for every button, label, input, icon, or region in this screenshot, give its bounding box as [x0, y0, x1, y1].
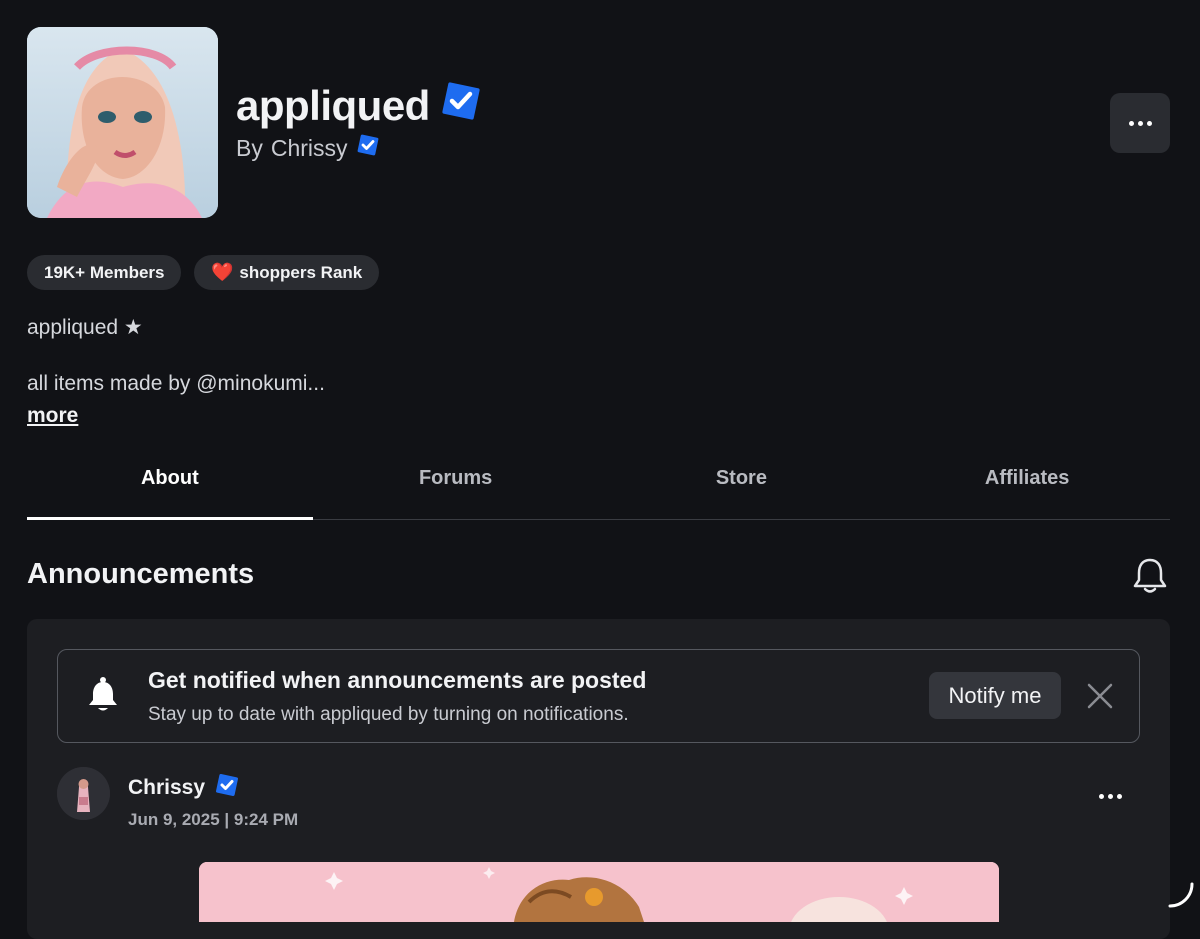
members-label: 19K+ Members [44, 262, 165, 282]
announcements-title: Announcements [27, 558, 255, 590]
verified-badge-icon [214, 772, 240, 804]
more-horizontal-icon [1128, 120, 1152, 126]
post-author: Chrissy [128, 772, 240, 804]
group-more-button[interactable] [1110, 93, 1170, 153]
notify-title: Get notified when announcements are post… [148, 667, 647, 693]
verified-badge-icon [440, 80, 482, 132]
close-icon[interactable] [1086, 682, 1114, 710]
bell-icon[interactable] [1131, 556, 1169, 596]
owner-prefix: By [236, 134, 263, 161]
group-title: appliqued [236, 80, 482, 132]
description-line-1: appliqued ★ [27, 316, 143, 339]
post-timestamp: Jun 9, 2025 | 9:24 PM [128, 810, 299, 829]
active-tab-indicator [27, 517, 313, 520]
post-author-name[interactable]: Chrissy [128, 776, 205, 800]
verified-badge-icon [356, 133, 380, 163]
owner-link[interactable]: Chrissy [271, 135, 348, 162]
tab-bar: About Forums Store Affiliates [27, 456, 1170, 520]
heart-icon: ❤️ [211, 262, 234, 282]
tab-forums[interactable]: Forums [313, 456, 599, 520]
tab-about[interactable]: About [27, 456, 313, 520]
post-author-avatar[interactable] [57, 767, 110, 820]
post-image[interactable] [199, 862, 999, 922]
rank-badge[interactable]: ❤️ shoppers Rank [194, 255, 380, 290]
description-line-2: all items made by @minokumi... [27, 372, 325, 395]
more-horizontal-icon [1098, 793, 1122, 799]
notify-subtitle: Stay up to date with appliqued by turnin… [148, 704, 629, 725]
bell-icon [86, 676, 120, 714]
notify-me-button[interactable]: Notify me [929, 672, 1061, 719]
tab-store[interactable]: Store [599, 456, 885, 520]
group-avatar [27, 27, 218, 218]
post-more-button[interactable] [1093, 786, 1127, 806]
members-badge[interactable]: 19K+ Members [27, 255, 182, 290]
description-more-link[interactable]: more [27, 404, 78, 428]
group-owner: By Chrissy [236, 133, 380, 163]
rank-label: shoppers Rank [239, 262, 363, 282]
loading-spinner-icon [1166, 880, 1196, 910]
group-name: appliqued [236, 82, 430, 129]
tab-affiliates[interactable]: Affiliates [884, 456, 1170, 520]
